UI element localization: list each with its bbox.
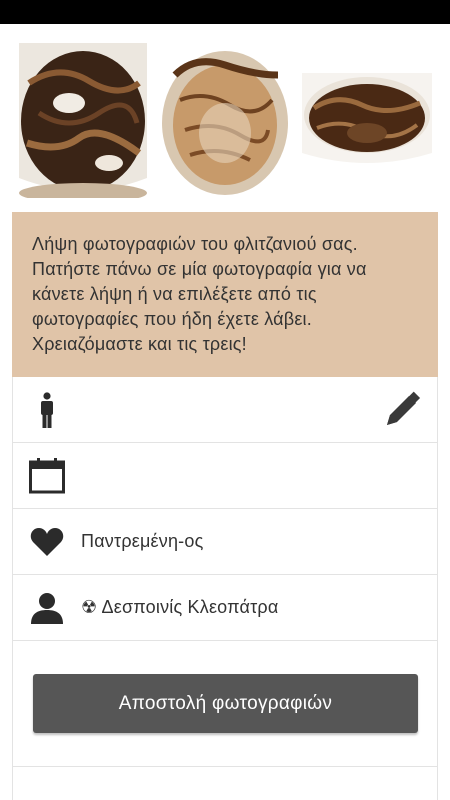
profile-form: Παντρεμένη-ος ☢ Δεσποινίς Κλεοπάτρα Αποσ…: [12, 377, 438, 800]
marital-status-value: Παντρεμένη-ος: [81, 531, 204, 551]
marital-status-row[interactable]: Παντρεμένη-ος: [13, 509, 437, 575]
photo-row: [0, 24, 450, 212]
instructions-panel: Λήψη φωτογραφιών του φλιτζανιού σας. Πατ…: [12, 212, 438, 377]
submit-area: Αποστολή φωτογραφιών: [13, 641, 437, 767]
coffee-cup-image: [160, 45, 290, 197]
person-icon[interactable]: [29, 390, 65, 430]
coffee-cup-image: [19, 43, 147, 198]
instructions-text: Λήψη φωτογραφιών του φλιτζανιού σας. Πατ…: [32, 234, 367, 354]
gender-row[interactable]: [13, 377, 437, 443]
birthdate-row[interactable]: [13, 443, 437, 509]
pencil-icon[interactable]: [383, 391, 421, 429]
cup-photo-1[interactable]: [19, 43, 147, 198]
calendar-icon[interactable]: [29, 456, 65, 496]
reader-row[interactable]: ☢ Δεσποινίς Κλεοπάτρα: [13, 575, 437, 641]
status-bar: [0, 0, 450, 24]
coffee-cup-image: [302, 73, 432, 168]
heart-icon: [29, 522, 65, 562]
reader-value: ☢ Δεσποινίς Κλεοπάτρα: [81, 597, 279, 617]
cup-photo-3[interactable]: [302, 73, 432, 168]
send-photos-button[interactable]: Αποστολή φωτογραφιών: [33, 674, 418, 733]
cup-photo-2[interactable]: [160, 45, 290, 197]
user-icon: [29, 588, 65, 628]
